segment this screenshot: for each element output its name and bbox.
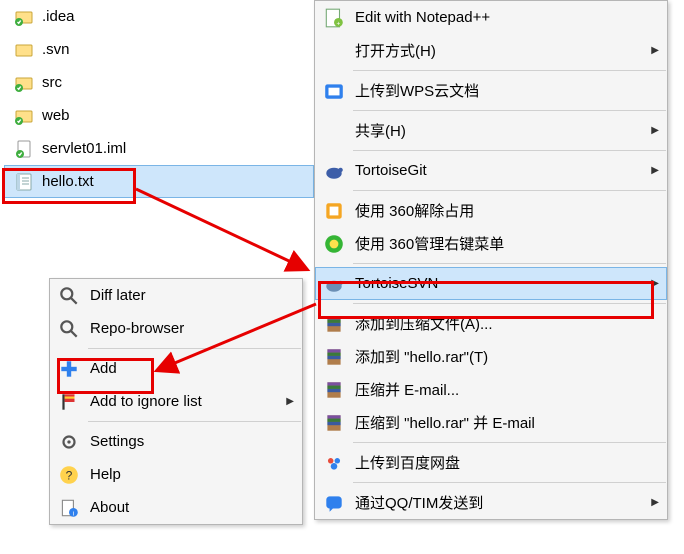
file-name: web — [42, 107, 70, 124]
file-name: hello.txt — [42, 173, 94, 190]
folder-icon — [14, 73, 34, 93]
context-menu-svn: Diff later Repo-browser Add Add to ignore l… — [49, 278, 303, 525]
menu-item[interactable]: 共享(H)▶ — [315, 114, 667, 147]
menu-item[interactable]: 打开方式(H)▶ — [315, 34, 667, 67]
menu-item-label: Add — [90, 360, 294, 377]
menu-item-label: 上传到百度网盘 — [355, 452, 659, 473]
menu-item[interactable]: 使用 360管理右键菜单 — [315, 227, 667, 260]
file-row[interactable]: web — [4, 99, 314, 132]
rar-icon — [323, 313, 345, 335]
blank-icon — [323, 40, 345, 62]
blank-icon — [323, 120, 345, 142]
file-row[interactable]: src — [4, 66, 314, 99]
file-name: servlet01.iml — [42, 140, 126, 157]
menu-item-label: 上传到WPS云文档 — [355, 80, 659, 101]
svn-icon — [323, 273, 345, 295]
menu-item-label: Help — [90, 466, 294, 483]
svg-text:?: ? — [66, 468, 73, 482]
menu-item-label: Repo-browser — [90, 320, 294, 337]
box360-icon — [323, 200, 345, 222]
turtle-icon — [323, 160, 345, 182]
menu-item-label: 使用 360管理右键菜单 — [355, 233, 659, 254]
magnifier-icon — [58, 285, 80, 307]
folder-icon — [14, 40, 34, 60]
menu-item-label: 通过QQ/TIM发送到 — [355, 492, 651, 513]
file-row[interactable]: servlet01.iml — [4, 132, 314, 165]
menu-item-label: TortoiseGit — [355, 162, 651, 179]
baidu-icon — [323, 452, 345, 474]
svg-text:+: + — [336, 20, 340, 27]
menu-item[interactable]: 压缩并 E-mail... — [315, 373, 667, 406]
menu-item-label: About — [90, 499, 294, 516]
file-list: .idea .svn src web servlet01.iml hello.t… — [4, 0, 314, 198]
gear-icon — [58, 431, 80, 453]
submenu-arrow-icon: ▶ — [286, 396, 294, 407]
ball360-icon — [323, 233, 345, 255]
menu-item[interactable]: 上传到WPS云文档 — [315, 74, 667, 107]
menu-item[interactable]: Diff later — [50, 279, 302, 312]
menu-item-label: Settings — [90, 433, 294, 450]
menu-item-label: Add to ignore list — [90, 393, 286, 410]
menu-item-label: 添加到 "hello.rar"(T) — [355, 346, 659, 367]
flag-icon — [58, 391, 80, 413]
menu-item[interactable]: i About — [50, 491, 302, 524]
menu-item[interactable]: 添加到压缩文件(A)... — [315, 307, 667, 340]
magnifier-icon — [58, 318, 80, 340]
menu-item[interactable]: Add — [50, 352, 302, 385]
menu-item[interactable]: Settings — [50, 425, 302, 458]
file-row[interactable]: .svn — [4, 33, 314, 66]
submenu-arrow-icon: ▶ — [651, 45, 659, 56]
text-file-icon — [14, 172, 34, 192]
menu-item[interactable]: Add to ignore list▶ — [50, 385, 302, 418]
file-row-selected[interactable]: hello.txt — [4, 165, 314, 198]
menu-item[interactable]: + Edit with Notepad++ — [315, 1, 667, 34]
menu-item-label: 共享(H) — [355, 120, 651, 141]
rar-icon — [323, 346, 345, 368]
menu-item-label: Edit with Notepad++ — [355, 9, 659, 26]
menu-item[interactable]: 添加到 "hello.rar"(T) — [315, 340, 667, 373]
folder-icon — [14, 7, 34, 27]
submenu-arrow-icon: ▶ — [651, 497, 659, 508]
menu-item-label: TortoiseSVN — [355, 275, 651, 292]
file-name: .svn — [42, 41, 70, 58]
menu-item[interactable]: TortoiseSVN▶ — [315, 267, 667, 300]
notepad-icon: + — [323, 7, 345, 29]
menu-item[interactable]: 使用 360解除占用 — [315, 194, 667, 227]
rar-icon — [323, 379, 345, 401]
menu-item[interactable]: Repo-browser — [50, 312, 302, 345]
submenu-arrow-icon: ▶ — [651, 278, 659, 289]
submenu-arrow-icon: ▶ — [651, 165, 659, 176]
rar-icon — [323, 412, 345, 434]
folder-icon — [14, 106, 34, 126]
plus-icon — [58, 358, 80, 380]
menu-item-label: Diff later — [90, 287, 294, 304]
menu-item-label: 打开方式(H) — [355, 40, 651, 61]
menu-item[interactable]: 上传到百度网盘 — [315, 446, 667, 479]
file-name: .idea — [42, 8, 75, 25]
help-icon: ? — [58, 464, 80, 486]
file-row[interactable]: .idea — [4, 0, 314, 33]
context-menu-main: +Edit with Notepad++打开方式(H)▶上传到WPS云文档共享(… — [314, 0, 668, 520]
menu-item-label: 添加到压缩文件(A)... — [355, 313, 659, 334]
menu-item-label: 压缩到 "hello.rar" 并 E-mail — [355, 412, 659, 433]
menu-item[interactable]: ? Help — [50, 458, 302, 491]
menu-item[interactable]: 通过QQ/TIM发送到▶ — [315, 486, 667, 519]
file-name: src — [42, 74, 62, 91]
menu-item-label: 使用 360解除占用 — [355, 200, 659, 221]
file-icon — [14, 139, 34, 159]
about-icon: i — [58, 497, 80, 519]
menu-item-label: 压缩并 E-mail... — [355, 379, 659, 400]
menu-item[interactable]: 压缩到 "hello.rar" 并 E-mail — [315, 406, 667, 439]
submenu-arrow-icon: ▶ — [651, 125, 659, 136]
wps-icon — [323, 80, 345, 102]
menu-item[interactable]: TortoiseGit▶ — [315, 154, 667, 187]
qq-icon — [323, 492, 345, 514]
